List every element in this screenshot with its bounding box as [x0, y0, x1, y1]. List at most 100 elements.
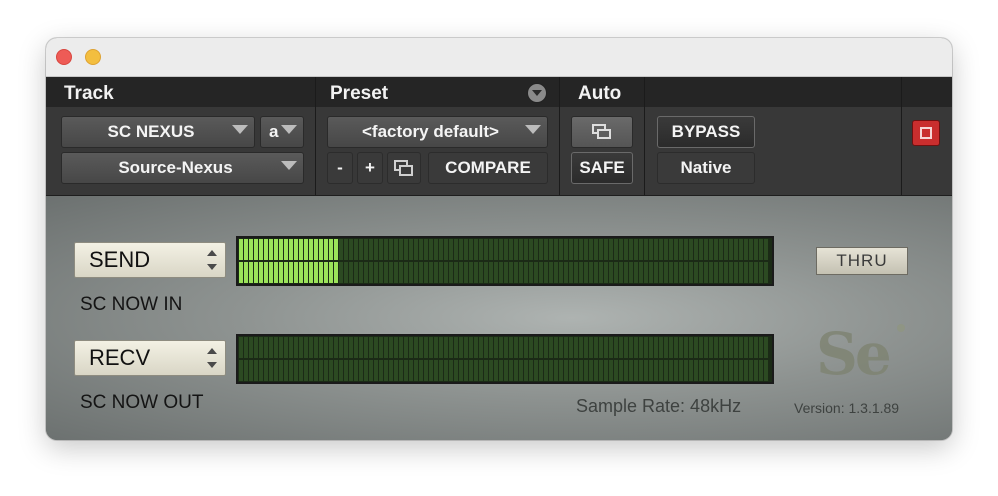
meter-segment-lit [334, 262, 338, 283]
meter-segment [689, 262, 693, 283]
meter-segment-lit [299, 262, 303, 283]
meter-segment [284, 337, 288, 358]
bypass-button[interactable]: BYPASS [657, 116, 755, 148]
meter-segment [699, 337, 703, 358]
meter-segment [709, 262, 713, 283]
meter-segment [384, 360, 388, 381]
meter-segment [464, 360, 468, 381]
preset-section: Preset <factory default> - + COMPARE [316, 77, 560, 195]
channel-value: a [269, 122, 279, 141]
meter-segment [564, 262, 568, 283]
track-selector[interactable]: SC NEXUS [61, 116, 255, 148]
meter-segment [759, 337, 763, 358]
meter-segment [449, 239, 453, 260]
preset-menu-button[interactable] [527, 83, 547, 103]
meter-segment [754, 262, 758, 283]
meter-segment [419, 239, 423, 260]
meter-segment [479, 239, 483, 260]
meter-segment [354, 239, 358, 260]
copy-settings-button[interactable] [387, 152, 421, 184]
meter-segment [364, 262, 368, 283]
meter-segment [609, 337, 613, 358]
meter-segment [424, 337, 428, 358]
meter-segment [729, 239, 733, 260]
meter-segment [639, 239, 643, 260]
meter-segment [624, 337, 628, 358]
meter-segment [749, 239, 753, 260]
meter-segment [689, 360, 693, 381]
previous-preset-button[interactable]: - [327, 152, 353, 184]
meter-segment [669, 262, 673, 283]
preset-selector[interactable]: <factory default> [327, 116, 548, 148]
meter-segment [679, 262, 683, 283]
meter-segment [649, 239, 653, 260]
meter-segment [569, 360, 573, 381]
meter-segment [534, 337, 538, 358]
automation-window-button[interactable] [571, 116, 633, 148]
meter-segment [459, 337, 463, 358]
meter-segment [314, 360, 318, 381]
recv-output-label: SC NOW OUT [80, 392, 204, 413]
channel-selector[interactable]: a [260, 116, 304, 148]
meter-segment [719, 360, 723, 381]
meter-segment [359, 262, 363, 283]
target-plugin-button[interactable] [912, 120, 940, 146]
meter-segment [349, 239, 353, 260]
meter-segment [349, 360, 353, 381]
meter-segment [399, 337, 403, 358]
close-window-button[interactable] [56, 49, 72, 65]
meter-segment [614, 262, 618, 283]
safe-button[interactable]: SAFE [571, 152, 633, 184]
meter-segment [564, 360, 568, 381]
meter-segment [264, 337, 268, 358]
send-selector[interactable]: SEND [74, 242, 226, 278]
meter-segment [679, 337, 683, 358]
meter-segment [464, 239, 468, 260]
meter-segment-lit [319, 262, 323, 283]
meter-segment [554, 239, 558, 260]
meter-segment [529, 239, 533, 260]
meter-segment-lit [259, 262, 263, 283]
meter-segment [444, 337, 448, 358]
meter-segment [334, 337, 338, 358]
meter-segment [344, 262, 348, 283]
meter-segment [249, 360, 253, 381]
meter-segment [429, 262, 433, 283]
thru-button[interactable]: THRU [816, 247, 908, 275]
meter-segment [639, 262, 643, 283]
meter-segment [554, 337, 558, 358]
meter-segment [559, 262, 563, 283]
meter-segment-lit [294, 262, 298, 283]
compare-button[interactable]: COMPARE [428, 152, 548, 184]
meter-segment [479, 360, 483, 381]
meter-segment [694, 360, 698, 381]
meter-lane-right [239, 360, 771, 381]
meter-segment [694, 337, 698, 358]
meter-segment [404, 262, 408, 283]
header-right [902, 77, 952, 195]
recv-selector[interactable]: RECV [74, 340, 226, 376]
meter-segment [739, 360, 743, 381]
meter-segment [489, 239, 493, 260]
meter-segment-lit [304, 239, 308, 260]
meter-segment [249, 337, 253, 358]
meter-segment [439, 239, 443, 260]
minimize-window-button[interactable] [85, 49, 101, 65]
meter-segment [419, 337, 423, 358]
meter-segment [449, 337, 453, 358]
track-label: Track [64, 83, 114, 104]
meter-segment [614, 360, 618, 381]
meter-segment [494, 337, 498, 358]
meter-segment [764, 262, 768, 283]
plugin-body: SEND SC NOW IN RECV SC NOW OUT THRU Se S… [46, 196, 952, 440]
next-preset-button[interactable]: + [357, 152, 383, 184]
meter-segment-lit [299, 239, 303, 260]
meter-segment [619, 337, 623, 358]
meter-segment [359, 337, 363, 358]
meter-segment [734, 262, 738, 283]
insert-selector[interactable]: Source-Nexus [61, 152, 304, 184]
meter-segment [474, 360, 478, 381]
meter-segment [579, 360, 583, 381]
meter-segment [729, 262, 733, 283]
meter-segment [469, 239, 473, 260]
